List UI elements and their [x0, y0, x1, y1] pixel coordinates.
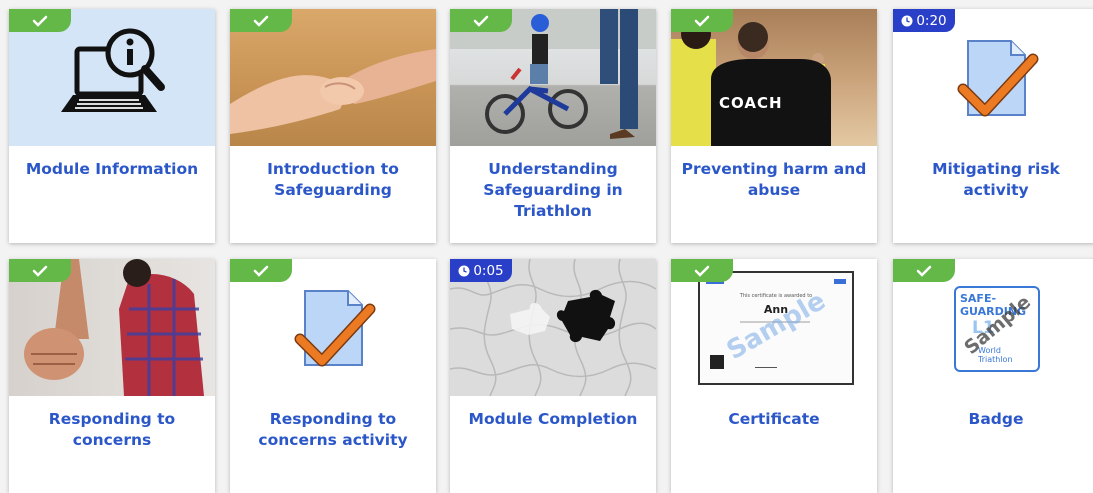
check-icon [32, 265, 48, 277]
check-icon [253, 15, 269, 27]
module-card-module-information[interactable]: Module Information [9, 9, 215, 243]
badge-text-line1: SAFE- [960, 292, 997, 305]
module-card-preventing-harm-and-abuse[interactable]: COACH Preventing harm and abuse [671, 9, 877, 243]
duration-text: 0:05 [473, 262, 504, 279]
module-card-responding-to-concerns-activity[interactable]: Responding to concerns activity [230, 259, 436, 493]
duration-badge: 0:05 [450, 259, 512, 282]
check-icon [694, 265, 710, 277]
completed-check-badge [893, 259, 955, 282]
module-card-introduction-to-safeguarding[interactable]: Introduction to Safeguarding [230, 9, 436, 243]
module-title: Introduction to Safeguarding [267, 160, 399, 199]
clock-icon [901, 15, 913, 26]
qr-code-icon [710, 355, 724, 369]
badge-org-line2: Triathlon [978, 355, 1013, 364]
coach-shirt-text: COACH [719, 94, 783, 112]
signature [755, 359, 777, 368]
module-card-mitigating-risk-activity[interactable]: 0:20 Mitigating risk activity [893, 9, 1093, 243]
check-icon [473, 15, 489, 27]
completed-check-badge [9, 9, 71, 32]
clock-icon [458, 265, 470, 276]
completed-check-badge [9, 259, 71, 282]
module-title: Preventing harm and abuse [681, 160, 867, 199]
module-title: Responding to concerns activity [258, 410, 408, 449]
module-title: Certificate [728, 410, 820, 428]
check-icon [253, 265, 269, 277]
completed-check-badge [450, 9, 512, 32]
completed-check-badge [230, 9, 292, 32]
module-card-responding-to-concerns[interactable]: Responding to concerns [9, 259, 215, 493]
certificate-awarded-text: This certificate is awarded to [739, 293, 813, 299]
check-icon [694, 15, 710, 27]
module-title: Badge [968, 410, 1024, 428]
certificate-frame: This certificate is awarded to Ann Sampl… [698, 271, 854, 385]
badge-frame: SAFE- GUARDING L1 World Triathlon Sample [954, 286, 1040, 372]
module-title: Understanding Safeguarding in Triathlon [483, 160, 623, 220]
duration-text: 0:20 [916, 12, 947, 29]
completed-check-badge [230, 259, 292, 282]
duration-badge: 0:20 [893, 9, 955, 32]
module-card-module-completion[interactable]: 0:05 Module Completion [450, 259, 656, 493]
completed-check-badge [671, 9, 733, 32]
module-title: Mitigating risk activity [932, 160, 1060, 199]
module-title: Responding to concerns [48, 410, 176, 449]
module-card-understanding-safeguarding-in-triathlon[interactable]: Understanding Safeguarding in Triathlon [450, 9, 656, 243]
module-card-certificate[interactable]: This certificate is awarded to Ann Sampl… [671, 259, 877, 493]
check-icon [32, 15, 48, 27]
module-title: Module Completion [468, 410, 638, 428]
module-card-badge[interactable]: SAFE- GUARDING L1 World Triathlon Sample… [893, 259, 1093, 493]
check-icon [916, 265, 932, 277]
certificate-logo [834, 279, 846, 284]
completed-check-badge [671, 259, 733, 282]
module-title: Module Information [25, 160, 199, 178]
